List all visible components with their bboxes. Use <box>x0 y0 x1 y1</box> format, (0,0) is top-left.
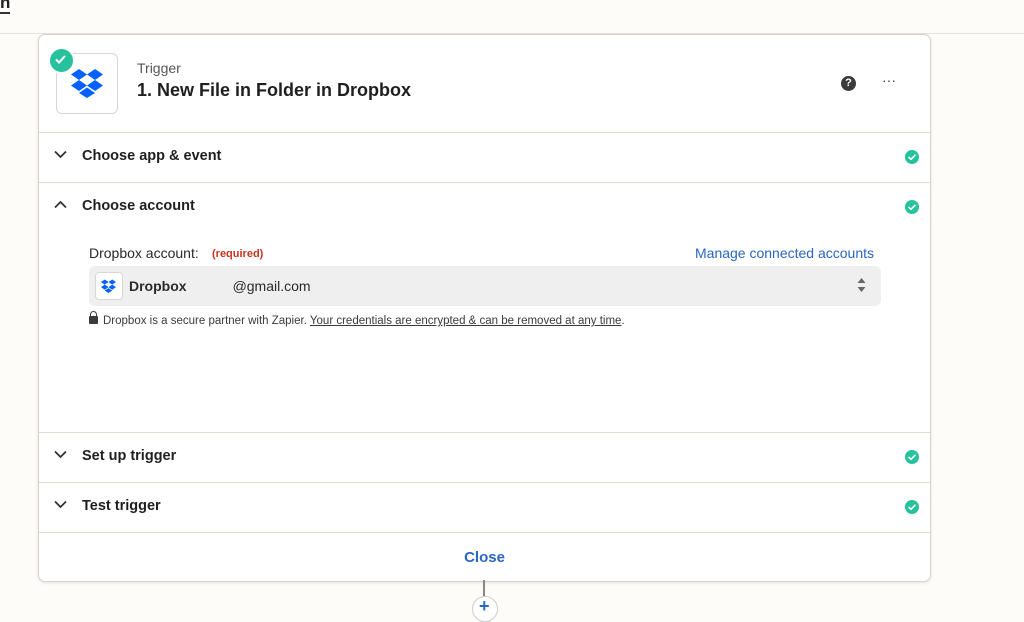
add-step-button[interactable]: + <box>472 596 498 622</box>
section-choose-app-event[interactable]: Choose app & event <box>39 133 930 183</box>
credentials-info-link[interactable]: Your credentials are encrypted & can be … <box>310 315 622 327</box>
chevron-down-icon <box>54 150 67 159</box>
card-footer: Close <box>39 533 930 581</box>
corner-fragment: n <box>0 0 11 14</box>
section-test-trigger[interactable]: Test trigger <box>39 483 930 533</box>
select-updown-icon <box>857 278 866 292</box>
dropbox-icon <box>71 69 103 98</box>
dropbox-icon <box>95 272 123 300</box>
chevron-down-icon <box>54 450 67 459</box>
security-note: Dropbox is a secure partner with Zapier.… <box>89 311 625 327</box>
section-label: Test trigger <box>82 498 161 514</box>
top-bar: n <box>0 0 1024 34</box>
section-label: Choose app & event <box>82 148 222 164</box>
check-circle-icon <box>905 200 919 214</box>
plus-icon: + <box>479 596 490 616</box>
account-select[interactable]: Dropbox @gmail.com <box>89 266 881 306</box>
step-complete-check-icon <box>48 47 75 74</box>
step-kicker: Trigger <box>137 60 181 76</box>
step-title[interactable]: 1. New File in Folder in Dropbox <box>137 80 411 101</box>
required-indicator: (required) <box>212 248 264 260</box>
help-icon[interactable]: ? <box>841 76 856 91</box>
chevron-down-icon <box>54 500 67 509</box>
security-note-text: Dropbox is a secure partner with Zapier. <box>103 315 307 327</box>
check-circle-icon <box>905 150 919 164</box>
selected-account-value: Dropbox @gmail.com <box>129 278 311 294</box>
close-button[interactable]: Close <box>39 533 930 581</box>
check-circle-icon <box>905 450 919 464</box>
zap-step-card: Trigger 1. New File in Folder in Dropbox… <box>38 34 931 582</box>
section-set-up-trigger[interactable]: Set up trigger <box>39 433 930 483</box>
manage-connected-accounts-link[interactable]: Manage connected accounts <box>695 245 874 261</box>
lock-icon <box>89 311 98 324</box>
section-label[interactable]: Choose account <box>82 198 195 214</box>
check-circle-icon <box>905 500 919 514</box>
selected-account-email: @gmail.com <box>232 278 311 294</box>
more-options-icon[interactable]: ··· <box>882 72 896 88</box>
dropbox-account-label: Dropbox account: <box>89 245 199 261</box>
step-header[interactable]: Trigger 1. New File in Folder in Dropbox… <box>39 35 930 133</box>
selected-account-service: Dropbox <box>129 278 187 294</box>
section-choose-account: Choose account Dropbox account: (require… <box>39 183 930 433</box>
section-label: Set up trigger <box>82 448 177 464</box>
chevron-up-icon[interactable] <box>54 200 67 209</box>
security-note-end: . <box>621 315 625 327</box>
